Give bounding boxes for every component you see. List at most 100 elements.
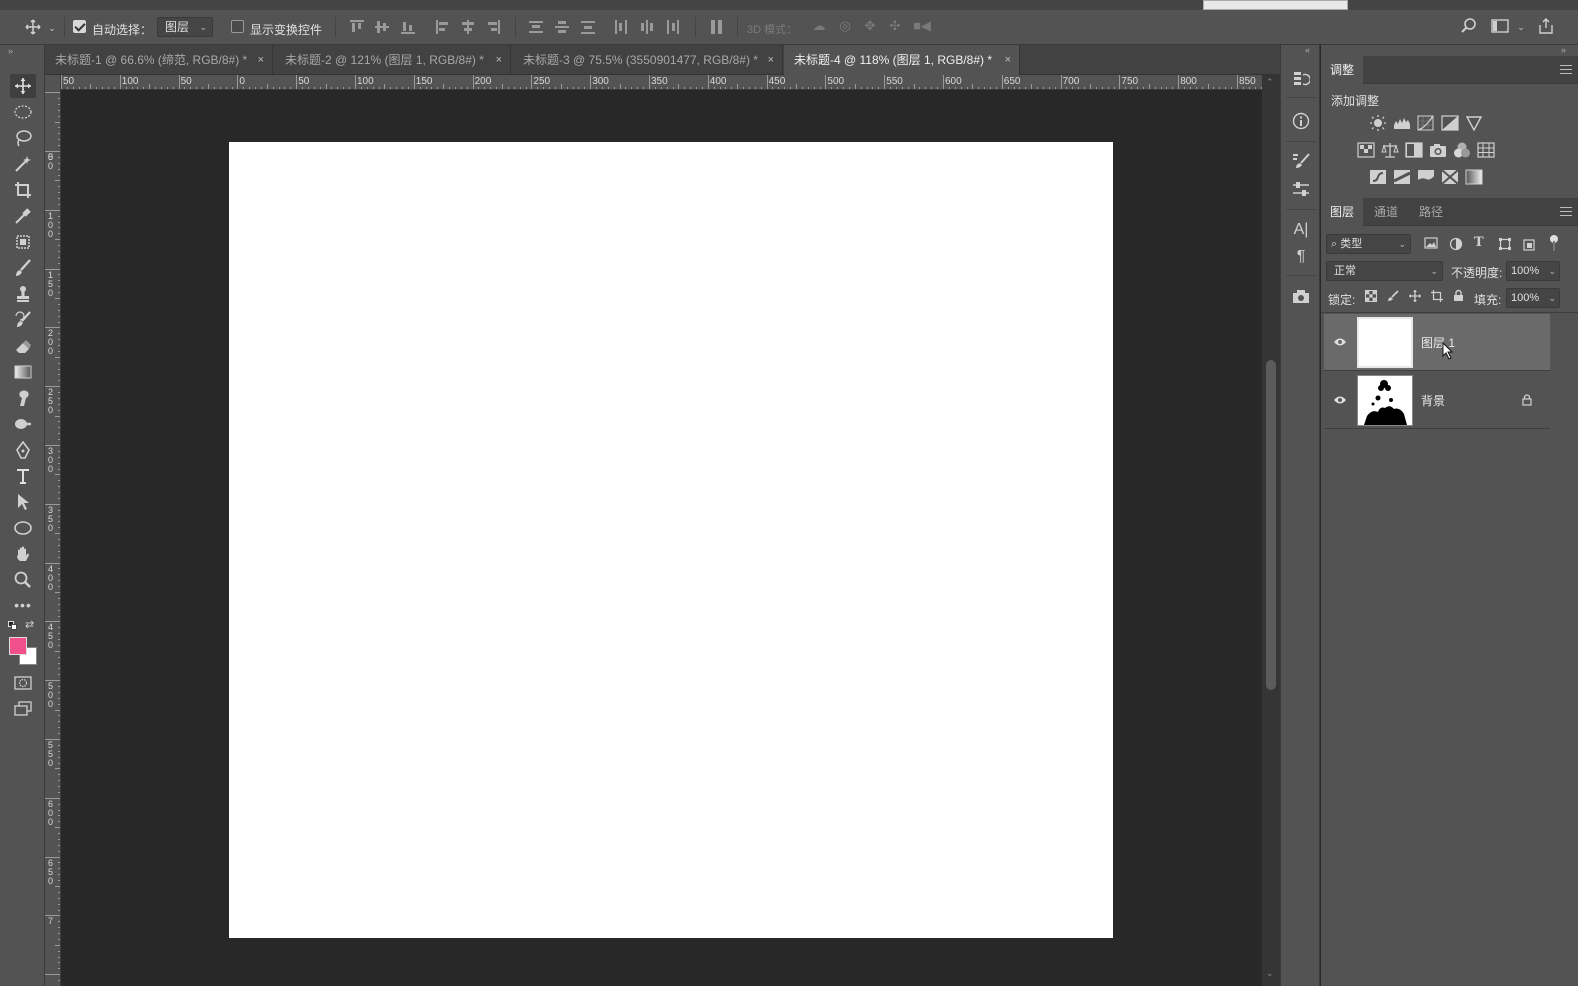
show-transform-checkbox[interactable] [231,20,244,33]
history-brush-icon[interactable] [10,308,36,332]
history-panel-icon[interactable] [1291,69,1311,89]
path-select-icon[interactable] [10,490,36,514]
filter-shape-icon[interactable] [1498,237,1516,253]
tab-channels[interactable]: 通道 [1365,198,1407,226]
panel-menu-icon[interactable] [1560,65,1572,74]
doc-tab-4[interactable]: 未标题-4 @ 118% (图层 1, RGB/8#) * × [784,45,1020,75]
lasso-icon[interactable] [10,126,36,150]
paragraph-icon[interactable]: ¶ [1291,247,1311,267]
visibility-eye-icon[interactable] [1333,336,1347,346]
dodge-icon[interactable] [10,412,36,436]
align-top-icon[interactable] [350,20,364,34]
gradient-icon[interactable] [10,360,36,384]
filter-toggle[interactable] [1549,235,1559,251]
panel-collapse-icon[interactable]: « [1305,45,1310,55]
screen-mode-icon[interactable] [10,697,36,721]
blend-mode-dropdown[interactable]: 正常 ⌄ [1326,261,1443,281]
close-icon[interactable]: × [768,45,774,75]
lock-artboard-icon[interactable] [1431,290,1449,306]
posterize-icon[interactable] [1393,169,1411,185]
fill-field[interactable]: 100% ⌄ [1506,288,1560,308]
visibility-eye-icon[interactable] [1333,394,1347,404]
scrollbar-thumb[interactable] [1266,360,1276,690]
default-colors-icon[interactable] [8,621,18,631]
exposure-icon[interactable] [1441,115,1459,131]
distribute-hcenter-icon[interactable] [640,20,654,34]
auto-select-target-dropdown[interactable]: 图层 ⌄ [157,17,213,37]
brush-settings-icon[interactable] [1291,151,1311,171]
distribute-bottom-icon[interactable] [581,20,595,34]
doc-tab-3[interactable]: 未标题-3 @ 75.5% (3550901477, RGB/8#) * × [513,45,783,75]
3d-orbit-icon[interactable]: ☁ [810,18,828,34]
levels-icon[interactable] [1393,115,1411,131]
gradient-map-triangle-icon[interactable] [1465,115,1483,132]
brightness-contrast-icon[interactable] [1369,115,1387,131]
marquee-icon[interactable] [10,100,36,124]
scroll-up-icon[interactable]: ⌃ [1266,77,1274,88]
doc-tab-2[interactable]: 未标题-2 @ 121% (图层 1, RGB/8#) * × [275,45,511,75]
filter-type-icon[interactable]: T [1474,235,1492,251]
frame-icon[interactable] [10,230,36,254]
chevron-down-icon[interactable]: ⌄ [1516,19,1526,35]
vibrance-icon[interactable] [1357,142,1375,158]
libraries-icon[interactable] [1291,287,1311,307]
chevron-down-icon[interactable]: ⌄ [47,20,57,36]
color-lookup-icon[interactable] [1477,142,1495,158]
opacity-field[interactable]: 100% ⌄ [1506,261,1560,281]
curves-icon[interactable] [1417,115,1435,131]
search-icon[interactable] [1461,18,1479,36]
lock-position-icon[interactable] [1409,290,1427,306]
foreground-color-swatch[interactable] [9,637,27,655]
magic-wand-icon[interactable] [10,152,36,176]
ellipse-icon[interactable] [10,516,36,540]
pen-icon[interactable] [10,438,36,462]
3d-slide-icon[interactable]: ✣ [886,18,904,34]
horizontal-ruler[interactable]: 50 100 50 0 50 100 150 200 250 300 350 400 450 500 550… [61,75,1262,90]
filter-smart-object-icon[interactable] [1522,237,1540,253]
character-icon[interactable]: A| [1291,220,1311,240]
channel-mixer-icon[interactable] [1453,142,1471,158]
tab-layers[interactable]: 图层 [1321,198,1364,226]
distribute-left-icon[interactable] [614,20,628,34]
layer-row-background[interactable]: 背景 [1324,372,1550,429]
close-icon[interactable]: × [258,45,264,75]
more-icon[interactable]: ••• [10,593,36,617]
gradient-map-icon[interactable] [1465,169,1483,185]
layer-row-layer1[interactable]: 图层 1 [1324,314,1550,371]
scroll-down-icon[interactable]: ⌄ [1266,968,1274,979]
color-balance-icon[interactable] [1381,142,1399,158]
3d-scale-icon[interactable]: ■◀ [911,18,933,34]
layer-filter-dropdown[interactable]: ⌕ 类型 ⌄ [1326,234,1411,254]
move-tool-preset-icon[interactable] [24,19,42,35]
brush-icon[interactable] [10,256,36,280]
close-icon[interactable]: × [1005,45,1011,75]
distribute-vcenter-icon[interactable] [555,20,569,34]
invert-icon[interactable] [1369,169,1387,185]
document-canvas[interactable] [229,142,1113,938]
eraser-icon[interactable] [10,334,36,358]
vertical-ruler[interactable]: 05 01 0 01 5 02 0 02 5 03 0 03 5 04 0 04… [45,75,61,986]
share-icon[interactable] [1537,17,1555,35]
close-icon[interactable]: × [496,45,502,75]
crop-icon[interactable] [10,178,36,202]
zoom-icon[interactable] [10,568,36,592]
3d-pan-icon[interactable]: ✥ [861,18,879,34]
eyedropper-icon[interactable] [10,204,36,228]
filter-adjustment-icon[interactable] [1449,237,1467,253]
selective-color-icon[interactable] [1441,169,1459,185]
filter-pixel-icon[interactable] [1424,237,1442,253]
panel-menu-icon[interactable] [1560,207,1572,216]
panel-collapse-icon[interactable]: » [8,46,13,56]
canvas-workspace[interactable] [62,91,1262,986]
tab-adjustments[interactable]: 调整 [1321,56,1364,84]
doc-tab-1[interactable]: 未标题-1 @ 66.6% (缔范, RGB/8#) * × [45,45,273,75]
align-right-icon[interactable] [486,20,500,34]
distribute-top-icon[interactable] [529,20,543,34]
align-left-icon[interactable] [436,20,450,34]
lock-transparency-icon[interactable] [1365,290,1383,306]
info-icon[interactable] [1291,111,1311,131]
align-vcenter-icon[interactable] [375,20,389,34]
threshold-icon[interactable] [1417,169,1435,185]
layer-name[interactable]: 背景 [1421,392,1445,409]
swap-colors-icon[interactable]: ⇄ [25,618,34,631]
